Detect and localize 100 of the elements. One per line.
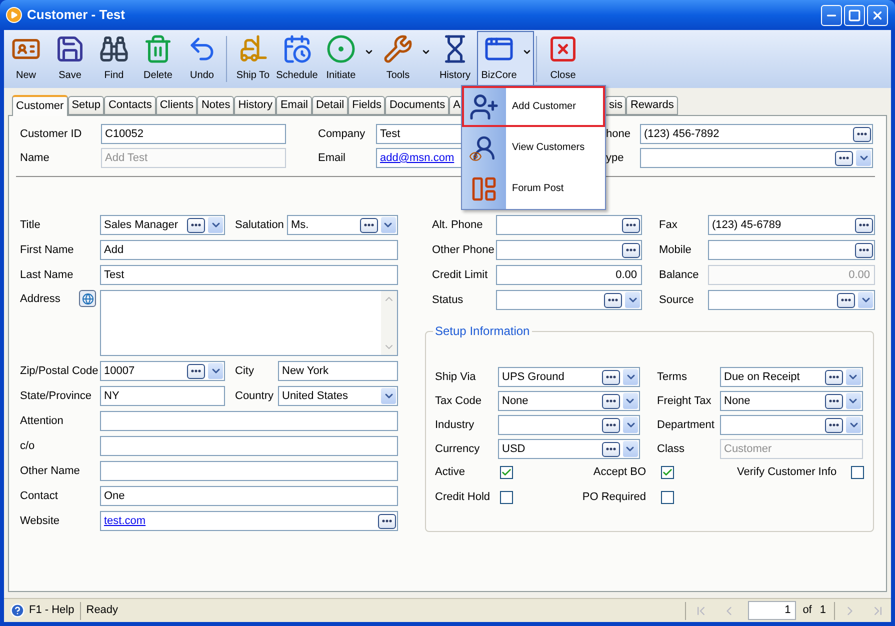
combo-box[interactable]: None [498,391,640,411]
toolbar-button[interactable]: History [433,31,477,86]
more-button[interactable] [835,150,853,166]
combo-box[interactable]: None [720,391,863,411]
tab[interactable]: Documents [385,96,450,115]
combo-box[interactable] [496,290,642,310]
tab[interactable]: Clients [156,96,198,115]
combo-box[interactable] [498,415,640,435]
more-button[interactable] [855,218,873,232]
combo-box[interactable]: Due on Receipt [720,367,863,387]
more-button[interactable] [853,126,871,142]
dropdown-button[interactable] [380,217,396,233]
more-button[interactable] [622,242,640,258]
toolbar-button[interactable]: New [4,31,48,86]
dropdown-button[interactable] [622,393,638,409]
dropdown-button[interactable] [846,369,861,385]
tab[interactable]: Customer [12,95,68,116]
dropdown-button[interactable] [381,388,396,404]
toolbar-button[interactable]: Tools [376,31,433,86]
website-link[interactable]: test.com [104,512,146,530]
globe-button[interactable] [79,290,96,307]
checkbox[interactable] [851,466,864,478]
minimize-button[interactable] [821,4,842,26]
dropdown-button[interactable] [846,393,861,409]
tab[interactable]: Rewards [626,96,678,115]
more-button[interactable] [602,370,620,384]
close-button[interactable] [867,4,888,26]
maximize-button[interactable] [844,4,865,26]
tab[interactable]: Setup [68,96,104,115]
checkbox[interactable] [661,466,674,478]
more-button[interactable] [622,218,640,232]
more-button[interactable] [825,418,843,432]
text-field[interactable]: New York [278,361,398,381]
page-field[interactable]: 1 [748,601,796,620]
toolbar-button[interactable]: Ship To [231,31,275,86]
dropdown-button[interactable] [846,417,861,433]
website-field[interactable]: test.com [100,511,398,531]
address-field[interactable] [100,290,398,356]
more-button[interactable] [837,292,855,308]
toolbar-button[interactable]: BizCore [477,31,534,86]
dropdown-button[interactable] [208,363,223,379]
text-field[interactable]: One [100,486,398,506]
combo-box[interactable]: Sales Manager [100,215,225,235]
more-button[interactable] [602,394,620,408]
text-field[interactable]: Add [100,240,398,260]
lookup-field[interactable] [708,240,875,260]
menu-item[interactable]: Forum Post [462,168,605,209]
toolbar-button[interactable]: Save [48,31,92,86]
tab[interactable]: Detail [312,96,348,115]
dropdown-field[interactable]: United States [278,386,398,406]
tab[interactable]: Fields [348,96,386,115]
tab[interactable]: Email [276,96,312,115]
toolbar-button[interactable]: Schedule [275,31,319,86]
more-button[interactable] [602,442,620,456]
text-field[interactable] [100,411,398,431]
checkbox[interactable] [500,466,513,478]
lookup-field[interactable] [496,215,642,235]
dropdown-button[interactable] [208,217,223,233]
more-button[interactable] [604,292,622,308]
toolbar-button[interactable]: Initiate [319,31,376,86]
tab[interactable]: sis [605,96,626,115]
lookup-field[interactable]: (123) 456-7892 [640,124,873,144]
tab[interactable]: Contacts [104,96,156,115]
toolbar-button[interactable]: Undo [180,31,224,86]
dropdown-button[interactable] [623,417,638,433]
checkbox[interactable] [500,490,513,504]
combo-box[interactable]: UPS Ground [498,367,640,387]
dropdown-button[interactable] [623,369,638,385]
text-field[interactable] [100,461,398,481]
toolbar-button[interactable]: Delete [136,31,180,86]
more-button[interactable] [824,394,843,408]
dropdown-button[interactable] [625,292,640,308]
scrollbar[interactable] [381,291,397,355]
email-link[interactable]: add@msn.com [380,150,454,166]
lookup-field[interactable]: (123) 45-6789 [708,215,875,235]
help-text[interactable]: F1 - Help [29,602,74,619]
checkbox[interactable] [661,490,674,504]
tab[interactable]: History [234,96,276,115]
text-field[interactable]: NY [100,386,225,406]
text-field[interactable] [100,436,398,456]
combo-box[interactable] [708,290,875,310]
dropdown-button[interactable] [856,150,871,166]
dropdown-button[interactable] [858,292,873,308]
more-button[interactable] [855,242,873,258]
toolbar-button[interactable]: Find [92,31,136,86]
more-button[interactable] [824,370,843,384]
tab[interactable]: Notes [197,96,234,115]
menu-item[interactable]: Add Customer [462,86,605,127]
more-button[interactable] [378,514,396,528]
combo-box[interactable]: Ms. [286,215,398,235]
more-button[interactable] [187,364,205,378]
combo-box[interactable] [720,415,863,435]
combo-box[interactable]: 10007 [100,361,225,381]
toolbar-button[interactable]: Close [541,31,585,86]
more-button[interactable] [187,218,205,232]
more-button[interactable] [602,418,620,432]
dropdown-button[interactable] [622,441,638,457]
combo-box[interactable]: USD [498,439,640,459]
more-button[interactable] [360,218,378,232]
lookup-field[interactable] [496,240,642,260]
